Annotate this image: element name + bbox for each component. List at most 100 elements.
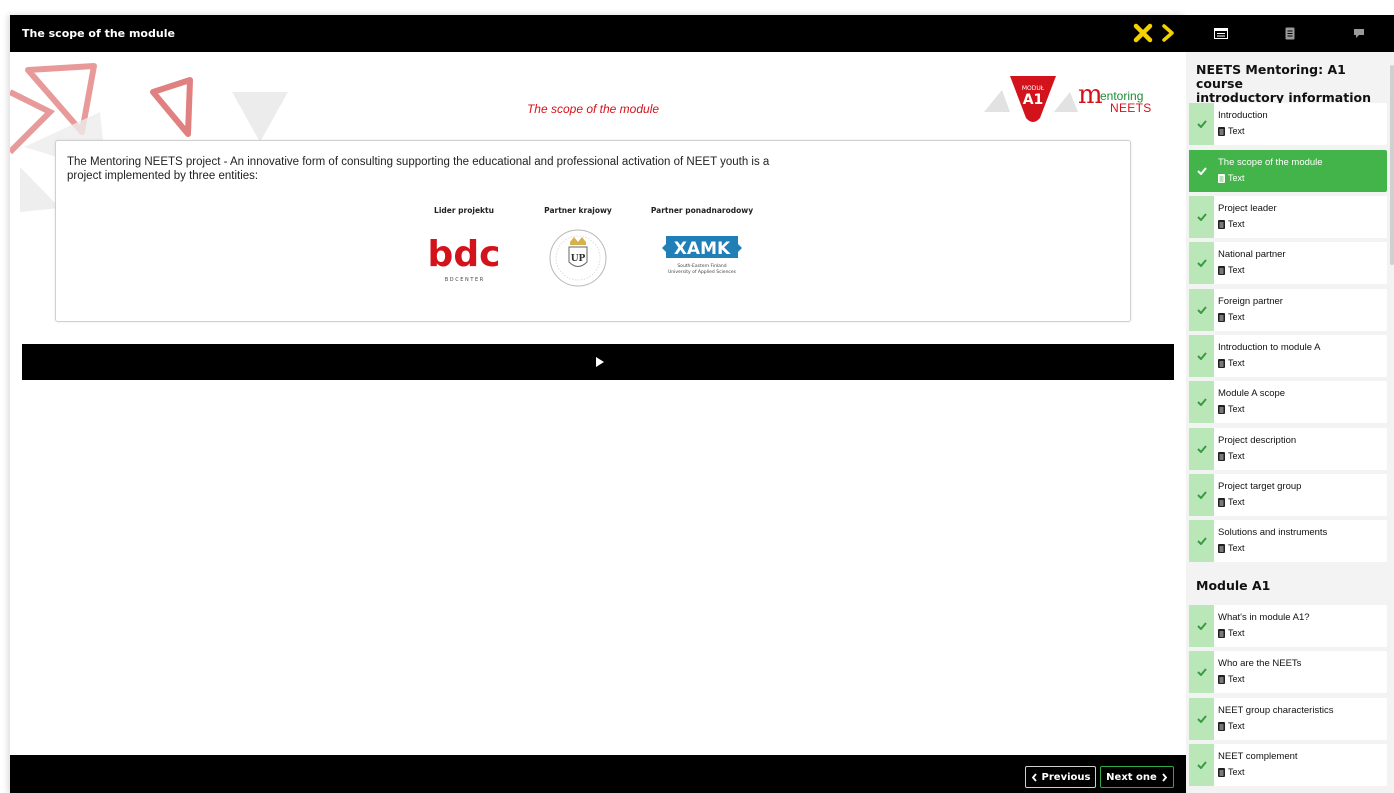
item-label: NEET group characteristics (1218, 705, 1334, 716)
sidebar-item-whats-in-module-a1[interactable]: What's in module A1? Text (1189, 605, 1387, 647)
chat-bubble-icon (1353, 29, 1364, 38)
item-label: National partner (1218, 249, 1286, 260)
item-type: Text (1218, 628, 1245, 638)
text-doc-icon (1218, 219, 1225, 229)
sidebar-item-scope-of-module[interactable]: The scope of the module Text (1189, 150, 1387, 192)
sidebar-item-who-are-neets[interactable]: Who are the NEETs Text (1189, 651, 1387, 693)
completed-check-icon (1189, 520, 1214, 562)
completed-check-icon (1189, 428, 1214, 470)
tab-contents[interactable] (1186, 15, 1255, 52)
xamk-logo: XAMK South-Eastern Finland University of… (662, 236, 742, 275)
item-type: Text (1218, 173, 1245, 183)
document-icon (1285, 27, 1294, 40)
text-doc-icon (1218, 674, 1225, 684)
content-viewer: The scope of the module The scope of the… (10, 15, 1186, 793)
text-doc-icon (1218, 628, 1225, 638)
item-type: Text (1218, 126, 1245, 136)
text-doc-icon (1218, 497, 1225, 507)
viewer-header: The scope of the module (10, 15, 1186, 52)
intro-paragraph: The Mentoring NEETS project - An innovat… (67, 156, 770, 182)
text-doc-icon (1218, 767, 1225, 777)
app-window: The scope of the module The scope of the… (0, 0, 1394, 793)
completed-check-icon (1189, 698, 1214, 740)
tab-documents[interactable] (1255, 15, 1324, 52)
text-doc-icon (1218, 265, 1225, 275)
item-type: Text (1218, 721, 1245, 731)
list-window-icon (1213, 28, 1228, 39)
completed-check-icon (1189, 474, 1214, 516)
sidebar-item-introduction[interactable]: Introduction Text (1189, 103, 1387, 145)
sidebar-item-national-partner[interactable]: National partner Text (1189, 242, 1387, 284)
svg-text:MODUŁ: MODUŁ (1022, 85, 1045, 92)
university-seal-logo: UP (549, 229, 607, 287)
top-strip (0, 0, 1186, 15)
item-label: Project leader (1218, 203, 1277, 214)
completed-check-icon (1189, 744, 1214, 786)
item-label: Project description (1218, 435, 1297, 446)
svg-text:B D C E N T E R: B D C E N T E R (445, 277, 484, 283)
partner-national: Partner krajowy UP (508, 206, 648, 287)
sidebar-item-project-description[interactable]: Project description Text (1189, 428, 1387, 470)
sidebar-item-neet-complement[interactable]: NEET complement Text (1189, 744, 1387, 786)
sidebar-scrollbar[interactable] (1390, 65, 1394, 265)
completed-check-icon (1189, 289, 1214, 331)
item-label: Foreign partner (1218, 296, 1283, 307)
tab-comments[interactable] (1324, 15, 1393, 52)
sidebar-item-foreign-partner[interactable]: Foreign partner Text (1189, 289, 1387, 331)
item-type: Text (1218, 358, 1245, 368)
chevron-right-icon[interactable] (1160, 23, 1176, 43)
viewer-title: The scope of the module (22, 27, 175, 40)
completed-check-icon (1189, 103, 1214, 145)
completed-check-icon (1189, 150, 1214, 192)
item-label: Solutions and instruments (1218, 527, 1328, 538)
sidebar-tabs (1186, 15, 1394, 52)
sidebar-item-introduction-module-a[interactable]: Introduction to module A Text (1189, 335, 1387, 377)
item-label: Introduction to module A (1218, 342, 1321, 353)
svg-text:bdc: bdc (428, 234, 501, 275)
course-sidebar: NEETS Mentoring: A1 course introductory … (1186, 15, 1394, 793)
item-type: Text (1218, 674, 1245, 684)
partner-label: Partner krajowy (544, 206, 612, 215)
item-type: Text (1218, 497, 1245, 507)
item-type: Text (1218, 219, 1245, 229)
section-heading: NEETS Mentoring: A1 course introductory … (1196, 62, 1371, 105)
viewer-footer: Previous Next one (10, 755, 1186, 793)
item-type: Text (1218, 543, 1245, 553)
sidebar-item-neet-group-characteristics[interactable]: NEET group characteristics Text (1189, 698, 1387, 740)
item-type: Text (1218, 265, 1245, 275)
sidebar-item-module-a-scope[interactable]: Module A scope Text (1189, 381, 1387, 423)
svg-text:XAMK: XAMK (674, 239, 731, 259)
item-label: Who are the NEETs (1218, 658, 1302, 669)
item-type: Text (1218, 451, 1245, 461)
slide-content: The scope of the module MODUŁ A1 m entor… (10, 52, 1186, 755)
partners-infobox: The Mentoring NEETS project - An innovat… (55, 140, 1131, 322)
section-heading: Module A1 (1196, 578, 1271, 593)
item-label: The scope of the module (1218, 157, 1323, 168)
item-label: What's in module A1? (1218, 612, 1310, 623)
text-doc-icon (1218, 312, 1225, 322)
text-doc-icon (1218, 358, 1225, 368)
previous-button[interactable]: Previous (1025, 766, 1096, 788)
sidebar-item-solutions-instruments[interactable]: Solutions and instruments Text (1189, 520, 1387, 562)
item-label: Project target group (1218, 481, 1302, 492)
text-doc-icon (1218, 451, 1225, 461)
close-icon[interactable] (1133, 23, 1153, 43)
media-player-bar[interactable] (22, 344, 1174, 380)
completed-check-icon (1189, 381, 1214, 423)
item-label: Introduction (1218, 110, 1268, 121)
text-doc-icon (1218, 126, 1225, 136)
svg-text:A1: A1 (1023, 92, 1044, 108)
item-label: Module A scope (1218, 388, 1286, 399)
completed-check-icon (1189, 651, 1214, 693)
completed-check-icon (1189, 335, 1214, 377)
item-type: Text (1218, 312, 1245, 322)
text-doc-icon (1218, 173, 1225, 183)
chevron-left-icon (1031, 772, 1037, 782)
sidebar-item-project-target-group[interactable]: Project target group Text (1189, 474, 1387, 516)
item-type: Text (1218, 404, 1245, 414)
next-button[interactable]: Next one (1100, 766, 1174, 788)
sidebar-item-project-leader[interactable]: Project leader Text (1189, 196, 1387, 238)
play-icon[interactable] (595, 356, 605, 368)
text-doc-icon (1218, 543, 1225, 553)
svg-text:UP: UP (571, 254, 586, 264)
